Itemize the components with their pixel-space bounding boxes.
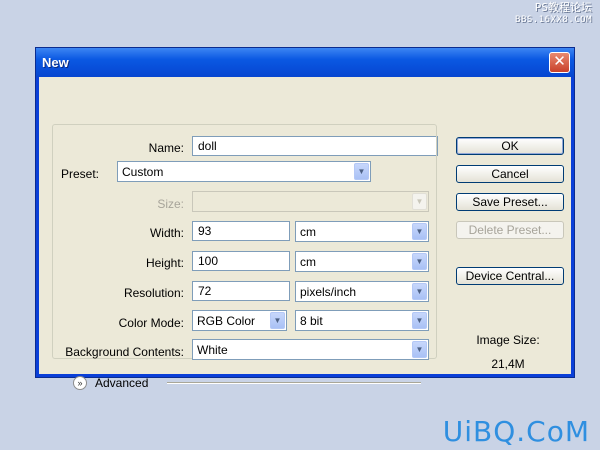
delete-preset-button: Delete Preset... <box>456 221 564 239</box>
resolution-input[interactable]: 72 <box>192 281 290 301</box>
save-preset-button[interactable]: Save Preset... <box>456 193 564 211</box>
color-mode-label: Color Mode: <box>118 316 184 330</box>
resolution-label: Resolution: <box>123 286 184 300</box>
height-unit-value: cm <box>300 255 316 269</box>
size-label: Size: <box>157 197 184 211</box>
watermark-top: PS教程论坛 BBS.16XX8.COM <box>515 2 592 26</box>
height-label: Height: <box>145 256 184 270</box>
dialog-body: Name: doll Preset: Custom ▼ Size: ▼ Widt… <box>39 77 571 390</box>
resolution-unit-value: pixels/inch <box>300 285 357 299</box>
chevron-down-icon[interactable]: ▼ <box>354 163 369 180</box>
preset-value: Custom <box>122 165 164 179</box>
height-unit-select[interactable]: cm ▼ <box>295 251 429 272</box>
chevron-down-icon[interactable]: ▼ <box>270 312 285 329</box>
size-select[interactable]: ▼ <box>192 191 429 212</box>
width-unit-select[interactable]: cm ▼ <box>295 221 429 242</box>
chevron-down-icon[interactable]: ▼ <box>412 341 427 358</box>
image-size-label: Image Size: <box>476 333 540 347</box>
bit-depth-value: 8 bit <box>300 314 323 328</box>
height-input[interactable]: 100 <box>192 251 290 271</box>
preset-select[interactable]: Custom ▼ <box>117 161 371 182</box>
advanced-label[interactable]: Advanced <box>95 376 148 390</box>
width-input[interactable]: 93 <box>192 221 290 241</box>
image-size-value: 21,4M <box>491 357 525 371</box>
close-button[interactable]: ✕ <box>549 52 570 73</box>
watermark-top-line1: PS教程论坛 <box>534 1 592 14</box>
chevron-down-icon[interactable]: ▼ <box>412 312 427 329</box>
background-contents-select[interactable]: White ▼ <box>192 339 429 360</box>
device-central-button[interactable]: Device Central... <box>456 267 564 285</box>
color-mode-value: RGB Color <box>197 314 256 328</box>
background-contents-label: Background Contents: <box>65 345 184 359</box>
watermark-bottom: UiBQ.CoM <box>442 415 590 448</box>
chevron-down-icon[interactable]: ▼ <box>412 283 427 300</box>
resolution-unit-select[interactable]: pixels/inch ▼ <box>295 281 429 302</box>
background-contents-value: White <box>197 343 228 357</box>
title-bar[interactable]: New ✕ <box>36 48 574 77</box>
watermark-top-line2: BBS.16XX8.COM <box>515 15 592 25</box>
width-unit-value: cm <box>300 225 316 239</box>
preset-label: Preset: <box>58 167 103 181</box>
chevron-down-icon[interactable]: ▼ <box>412 193 427 210</box>
color-mode-select[interactable]: RGB Color ▼ <box>192 310 287 331</box>
width-label: Width: <box>149 226 184 240</box>
chevron-down-icon[interactable]: ▼ <box>412 253 427 270</box>
bit-depth-select[interactable]: 8 bit ▼ <box>295 310 429 331</box>
close-icon: ✕ <box>553 53 566 70</box>
expand-chevron-icon[interactable]: » <box>73 376 87 390</box>
advanced-divider <box>167 382 421 384</box>
dialog-title: New <box>42 55 69 70</box>
cancel-button[interactable]: Cancel <box>456 165 564 183</box>
new-document-dialog: New ✕ Name: doll Preset: Custom ▼ Size: … <box>35 47 575 390</box>
ok-button[interactable]: OK <box>456 137 564 155</box>
chevron-down-icon[interactable]: ▼ <box>412 223 427 240</box>
